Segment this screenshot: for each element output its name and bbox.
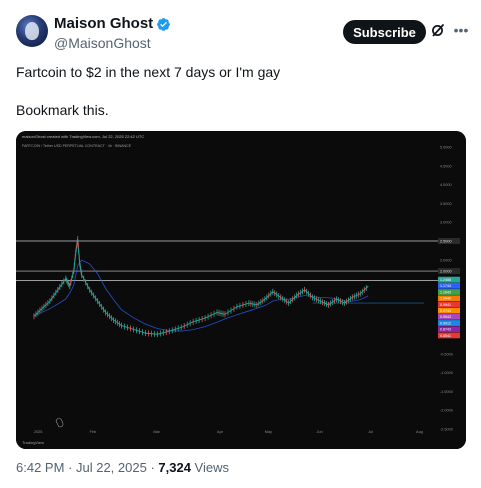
x-tick-label: Jul xyxy=(368,430,373,434)
x-tick-label: 2025 xyxy=(34,430,42,434)
price-marker-label: 0.8541 xyxy=(440,334,451,338)
tweet-meta: 6:42 PM · Jul 22, 2025 · 7,324 Views xyxy=(16,460,229,476)
x-tick-label: May xyxy=(265,430,272,434)
grok-icon[interactable] xyxy=(431,23,445,37)
chart-symbol-line: FARTCOIN / Tether USD PERPETUAL CONTRACT… xyxy=(22,144,132,148)
chart-background xyxy=(16,131,466,449)
meta-separator: · xyxy=(64,460,76,475)
y-tick-label: 2.0000 xyxy=(440,258,452,262)
y-tick-label: 4.5000 xyxy=(440,164,452,168)
price-marker-label: 0.9012 xyxy=(440,321,451,325)
avatar-ghost-face xyxy=(25,22,39,40)
level-tag-label: 2.5000 xyxy=(440,240,452,244)
more-options-icon[interactable]: ••• xyxy=(451,20,471,40)
tradingview-watermark: TradingView xyxy=(22,440,44,445)
y-tick-label: -2.0000 xyxy=(440,409,453,413)
meta-separator: · xyxy=(146,460,159,475)
price-marker-label: 0.8743 xyxy=(440,328,451,332)
x-tick-label: Jun xyxy=(317,430,323,434)
verified-badge-icon xyxy=(157,17,171,31)
level-tag-label: 2.0000 xyxy=(440,270,452,274)
avatar[interactable] xyxy=(16,15,48,47)
price-marker-label: 1.2488 xyxy=(440,278,451,282)
y-tick-label: 4.0000 xyxy=(440,183,452,187)
x-tick-label: Feb xyxy=(90,430,97,434)
y-tick-label: -2.5000 xyxy=(440,428,453,432)
y-tick-label: 3.5000 xyxy=(440,202,452,206)
price-marker-label: 1.0940 xyxy=(440,297,451,301)
price-marker-label: 1.1643 xyxy=(440,290,451,294)
y-tick-label: 3.0000 xyxy=(440,221,452,225)
tweet-text-line: Bookmark this. xyxy=(16,102,109,118)
x-tick-label: Aug xyxy=(416,430,423,434)
y-tick-label: 5.0000 xyxy=(440,146,452,150)
tweet-text-line: Fartcoin to $2 in the next 7 days or I'm… xyxy=(16,64,281,80)
author-handle[interactable]: @MaisonGhost xyxy=(54,34,151,52)
y-tick-label: -1.0000 xyxy=(440,371,453,375)
subscribe-button[interactable]: Subscribe xyxy=(343,20,426,44)
chart-header-caption: maisonGhost created with TradingView.com… xyxy=(22,134,144,139)
views-count: 7,324 xyxy=(158,460,191,475)
price-chart: maisonGhost created with TradingView.com… xyxy=(16,131,466,449)
views-label: Views xyxy=(190,460,229,475)
y-tick-label: -0.5000 xyxy=(440,352,453,356)
price-marker-label: 0.9543 xyxy=(440,315,451,319)
price-marker-label: 1.1744 xyxy=(440,284,451,288)
author-name-row[interactable]: Maison Ghost xyxy=(54,15,171,33)
x-tick-label: Apr xyxy=(217,430,224,434)
author-display-name[interactable]: Maison Ghost xyxy=(54,15,153,33)
price-marker-label: 0.9744 xyxy=(440,309,451,313)
price-marker-label: 0.9941 xyxy=(440,303,451,307)
x-tick-label: Mar xyxy=(153,430,160,434)
y-tick-label: -1.5000 xyxy=(440,390,453,394)
tweet-time[interactable]: 6:42 PM xyxy=(16,460,64,475)
tweet-text: Fartcoin to $2 in the next 7 days or I'm… xyxy=(16,63,465,120)
tweet-media-chart[interactable]: maisonGhost created with TradingView.com… xyxy=(16,131,466,449)
tweet-date[interactable]: Jul 22, 2025 xyxy=(76,460,147,475)
